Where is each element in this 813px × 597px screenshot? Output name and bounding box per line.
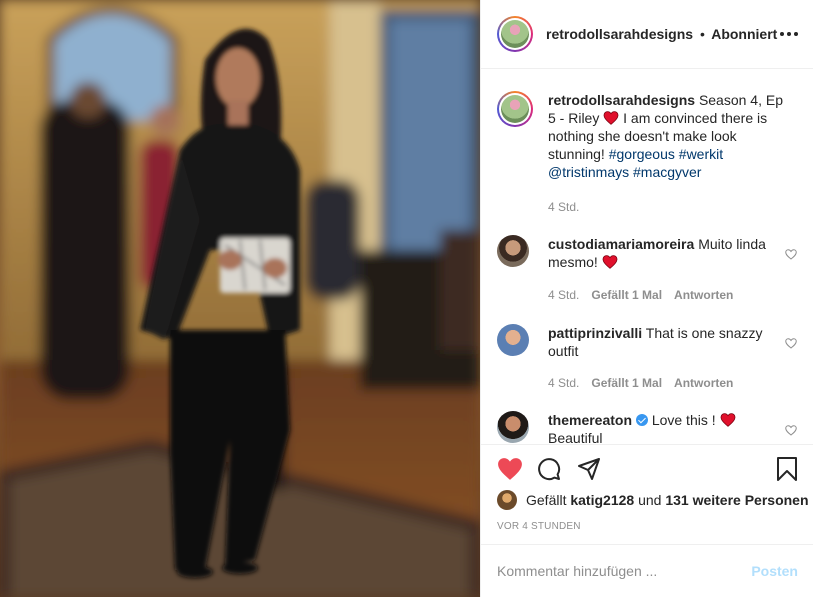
mention-link[interactable]: @tristinmays [548, 164, 629, 180]
post-timestamp[interactable]: VOR 4 STUNDEN [497, 521, 581, 532]
liker-username[interactable]: katig2128 [570, 492, 634, 508]
comment-text-continued: Beautiful [548, 430, 603, 443]
comment-meta: 4 Std. Gefällt 1 Mal Antworten [548, 376, 733, 390]
share-icon[interactable] [577, 457, 601, 481]
post-photo[interactable] [0, 0, 480, 597]
caption-time[interactable]: 4 Std. [548, 200, 579, 214]
likes-prefix: Gefällt [526, 492, 567, 508]
more-dots-icon[interactable] [780, 26, 798, 42]
hashtag-link[interactable]: #macgyver [633, 164, 701, 180]
commenter-avatar[interactable] [497, 324, 529, 356]
comment-likes[interactable]: Gefällt 1 Mal [591, 288, 662, 302]
comment-icon[interactable] [537, 457, 561, 481]
caption-username[interactable]: retrodollsarahdesigns [548, 92, 695, 108]
red-heart-emoji-icon [602, 255, 618, 269]
comment-username[interactable]: pattiprinzivalli [548, 325, 642, 341]
comment-meta: 4 Std. Gefällt 1 Mal Antworten [548, 288, 733, 302]
header-separator: • [699, 26, 705, 42]
author-username[interactable]: retrodollsarahdesigns [546, 26, 693, 42]
header-info: retrodollsarahdesigns • Abonniert [546, 26, 777, 42]
comment-input[interactable] [497, 563, 752, 579]
follow-status-button[interactable]: Abonniert [711, 26, 777, 42]
comment-time[interactable]: 4 Std. [548, 288, 579, 302]
like-comment-heart-icon[interactable] [785, 249, 797, 260]
photo-scene [0, 0, 480, 597]
post-sidebar: retrodollsarahdesigns • Abonniert retrod… [480, 0, 813, 597]
commenter-avatar[interactable] [497, 411, 529, 443]
heart-filled-icon[interactable] [497, 457, 523, 481]
liker-avatar[interactable] [497, 490, 517, 510]
comment-body: custodiamariamoreira Muito linda mesmo! [548, 235, 768, 271]
comment-username[interactable]: custodiamariamoreira [548, 236, 694, 252]
post-comment-button[interactable]: Posten [751, 563, 798, 579]
likes-summary: Gefällt katig2128 und 131 weitere Person… [497, 490, 809, 510]
reply-button[interactable]: Antworten [674, 376, 733, 390]
caption-body: retrodollsarahdesigns Season 4, Ep 5 - R… [548, 91, 788, 181]
like-comment-heart-icon[interactable] [785, 425, 797, 436]
post-header: retrodollsarahdesigns • Abonniert [481, 0, 813, 69]
author-avatar[interactable] [497, 16, 533, 52]
reply-button[interactable]: Antworten [674, 288, 733, 302]
comment-composer: Posten [481, 544, 813, 597]
bookmark-icon[interactable] [776, 457, 798, 481]
comment-body: themereaton Love this ! Beautiful [548, 411, 768, 443]
comment-text: Love this ! [651, 412, 716, 428]
verified-badge-icon [635, 414, 648, 426]
like-comment-heart-icon[interactable] [785, 338, 797, 349]
caption-meta: 4 Std. [548, 200, 579, 214]
red-heart-emoji-icon [720, 413, 735, 427]
comments-list[interactable]: retrodollsarahdesigns Season 4, Ep 5 - R… [481, 70, 813, 443]
hashtag-link[interactable]: #gorgeous [609, 146, 675, 162]
comment-body: pattiprinzivalli That is one snazzy outf… [548, 324, 768, 360]
likes-others-button[interactable]: 131 weitere Personen [665, 492, 808, 508]
commenter-avatar[interactable] [497, 235, 529, 267]
comment-likes[interactable]: Gefällt 1 Mal [591, 376, 662, 390]
caption-avatar[interactable] [497, 91, 533, 127]
hashtag-link[interactable]: #werkit [679, 146, 723, 162]
comment-username[interactable]: themereaton [548, 412, 632, 428]
likes-suffix: und [638, 492, 662, 508]
red-heart-emoji-icon [603, 111, 619, 125]
comment-time[interactable]: 4 Std. [548, 376, 579, 390]
